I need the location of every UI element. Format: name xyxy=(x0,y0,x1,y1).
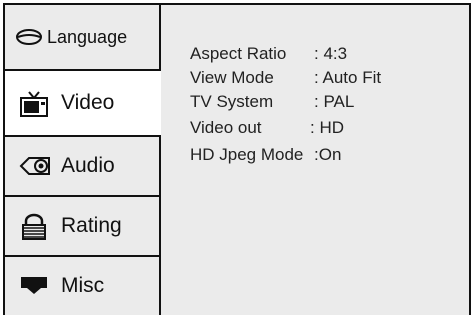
setting-row-aspect-ratio[interactable]: Aspect Ratio : 4:3 xyxy=(190,44,347,64)
setting-key: TV System xyxy=(190,92,274,111)
setup-menu-window: Language Video Audio Rating Misc Aspect … xyxy=(3,3,471,315)
tv-icon xyxy=(19,90,49,117)
tab-misc-label: Misc xyxy=(61,274,105,297)
video-settings-panel: Aspect Ratio : 4:3 View Mode : Auto Fit … xyxy=(175,5,469,315)
setting-value: : 4:3 xyxy=(314,44,348,63)
tab-rating[interactable]: Rating xyxy=(5,197,161,255)
lips-icon xyxy=(15,24,43,50)
tab-misc[interactable]: Misc xyxy=(5,257,161,315)
tab-rating-label: Rating xyxy=(61,214,122,237)
tab-video[interactable]: Video xyxy=(5,71,161,135)
setting-row-tv-system[interactable]: TV System : PAL xyxy=(190,92,354,112)
setting-row-view-mode[interactable]: View Mode : Auto Fit xyxy=(190,68,381,88)
setting-row-hd-jpeg-mode[interactable]: HD Jpeg Mode :On xyxy=(190,145,341,165)
setting-value: :On xyxy=(314,145,342,164)
tab-audio[interactable]: Audio xyxy=(5,137,161,195)
setting-key: View Mode xyxy=(190,68,274,87)
tab-language[interactable]: Language xyxy=(5,5,161,69)
setting-key: Video out xyxy=(190,118,262,137)
lock-icon xyxy=(19,213,49,240)
tab-language-label: Language xyxy=(47,26,128,47)
tab-audio-label: Audio xyxy=(61,154,115,177)
monitor-icon xyxy=(19,273,49,299)
setting-row-video-out[interactable]: Video out : HD xyxy=(190,118,344,138)
tab-video-label: Video xyxy=(61,91,115,114)
setting-value: : PAL xyxy=(314,92,355,111)
category-sidebar: Language Video Audio Rating Misc xyxy=(5,5,161,315)
setting-value: : Auto Fit xyxy=(314,68,382,87)
setting-key: Aspect Ratio xyxy=(190,44,287,63)
speaker-icon xyxy=(19,153,50,179)
setting-value: : HD xyxy=(310,118,344,137)
setting-key: HD Jpeg Mode xyxy=(190,145,304,164)
